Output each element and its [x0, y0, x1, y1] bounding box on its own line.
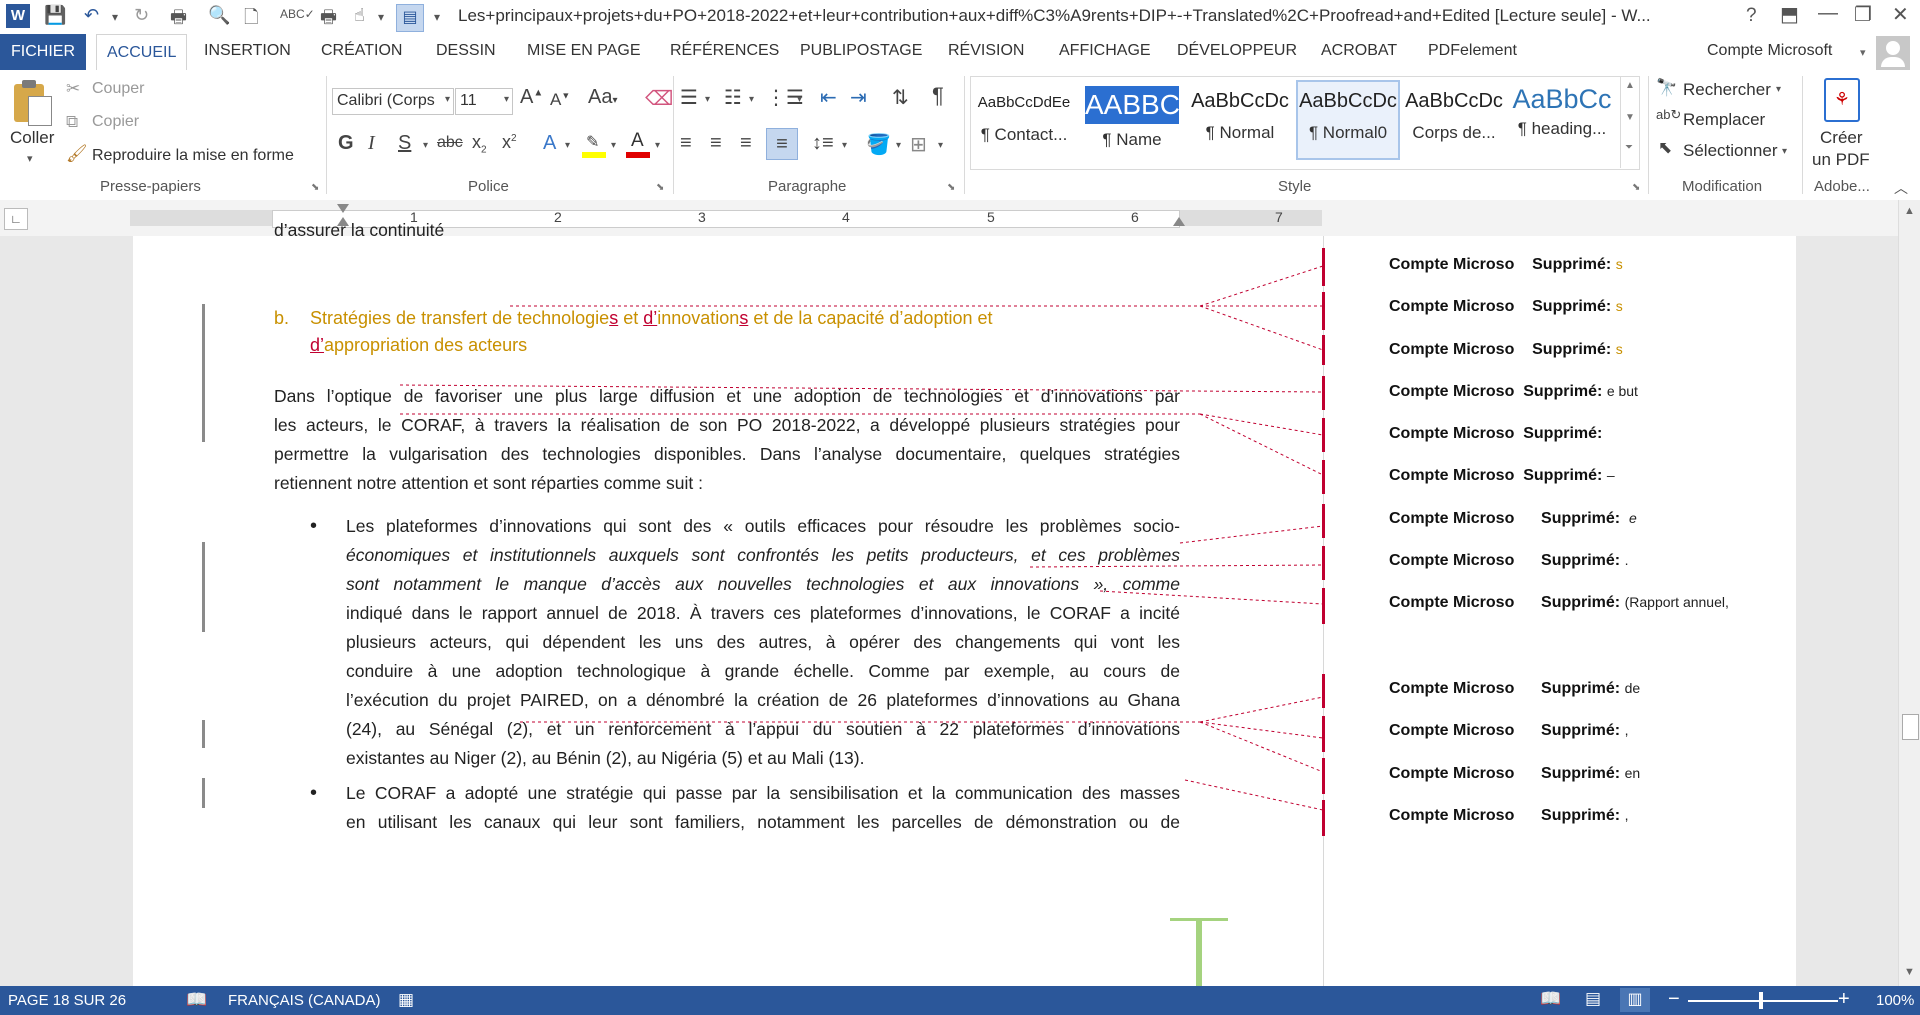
markup-bar [1322, 546, 1325, 580]
i-beam-cursor [1196, 920, 1202, 986]
revision-balloon[interactable]: Compte Microso Supprimé: [1389, 425, 1602, 443]
balloon-text: s [1615, 298, 1623, 314]
revision-balloon[interactable]: Compte Microso Supprimé: e but [1389, 383, 1638, 401]
scroll-up-icon[interactable]: ▲ [1904, 205, 1915, 217]
balloon-text: (Rapport annuel, [1624, 594, 1729, 610]
revision-balloon[interactable]: Compte Microso Supprimé: e [1389, 510, 1637, 528]
balloon-label: Supprimé: [1532, 256, 1612, 273]
language-indicator[interactable]: FRANÇAIS (CANADA) [228, 992, 381, 1009]
balloon-author: Compte Microso [1389, 341, 1515, 358]
markup-bar [1322, 800, 1325, 836]
balloon-label: Supprimé: [1541, 807, 1621, 824]
revision-balloon[interactable]: Compte Microso Supprimé: s [1389, 256, 1623, 274]
balloon-author: Compte Microso [1389, 467, 1515, 484]
balloon-label: Supprimé: [1541, 680, 1621, 697]
balloon-label: Supprimé: [1532, 341, 1612, 358]
balloon-author: Compte Microso [1389, 552, 1515, 569]
markup-bar [1322, 376, 1325, 410]
balloon-author: Compte Microso [1389, 510, 1515, 527]
markup-bar [1322, 504, 1325, 538]
balloon-text: . [1624, 552, 1629, 568]
balloon-text: de [1624, 680, 1641, 696]
revision-balloon[interactable]: Compte Microso Supprimé: – [1389, 467, 1615, 485]
balloon-author: Compte Microso [1389, 256, 1515, 273]
markup-bar [1322, 758, 1325, 794]
revision-balloon[interactable]: Compte Microso Supprimé: , [1389, 807, 1628, 825]
markup-bar [1322, 588, 1325, 624]
balloon-author: Compte Microso [1389, 807, 1515, 824]
proofing-icon[interactable]: 📖 [186, 990, 207, 1010]
balloon-author: Compte Microso [1389, 298, 1515, 315]
print-layout-view-icon[interactable]: ▤ [1585, 989, 1601, 1009]
balloon-text: s [1615, 341, 1623, 357]
balloon-label: Supprimé: [1541, 594, 1621, 611]
zoom-slider[interactable] [1688, 1000, 1838, 1002]
balloon-text: s [1615, 256, 1623, 272]
markup-bar [1322, 335, 1325, 365]
balloon-label: Supprimé: [1541, 722, 1621, 739]
vertical-scrollbar[interactable]: ▲ ▼ [1898, 200, 1920, 986]
zoom-out-icon[interactable]: − [1668, 988, 1680, 1011]
balloon-label: Supprimé: [1541, 510, 1621, 527]
revision-connectors [399, 265, 1324, 811]
revision-balloon[interactable]: Compte Microso Supprimé: , [1389, 722, 1628, 740]
balloon-author: Compte Microso [1389, 680, 1515, 697]
balloon-author: Compte Microso [1389, 722, 1515, 739]
balloon-label: Supprimé: [1523, 425, 1603, 442]
balloon-text: – [1606, 467, 1615, 483]
read-mode-view-icon[interactable]: 📖 [1540, 989, 1561, 1009]
balloon-label: Supprimé: [1523, 383, 1603, 400]
balloon-label: Supprimé: [1541, 552, 1621, 569]
page-indicator[interactable]: PAGE 18 SUR 26 [8, 992, 126, 1009]
balloon-author: Compte Microso [1389, 765, 1515, 782]
web-layout-button[interactable]: ▥ [1620, 988, 1650, 1012]
revision-balloon[interactable]: Compte Microso Supprimé: en [1389, 765, 1640, 783]
balloon-text: e [1629, 510, 1637, 526]
macro-icon[interactable]: ▦ [398, 990, 414, 1010]
revision-balloon[interactable]: Compte Microso Supprimé: (Rapport annuel… [1389, 594, 1729, 612]
scroll-down-icon[interactable]: ▼ [1904, 966, 1915, 978]
balloon-text: , [1624, 722, 1629, 738]
scroll-thumb[interactable] [1902, 714, 1919, 740]
zoom-in-icon[interactable]: + [1838, 988, 1850, 1011]
markup-bar [1322, 460, 1325, 494]
revision-balloon[interactable]: Compte Microso Supprimé: s [1389, 298, 1623, 316]
balloon-text: en [1624, 765, 1641, 781]
balloon-text: , [1624, 807, 1629, 823]
revision-balloon[interactable]: Compte Microso Supprimé: de [1389, 680, 1640, 698]
web-layout-icon: ▥ [1627, 991, 1643, 1008]
balloon-text: e but [1606, 383, 1638, 399]
zoom-level[interactable]: 100% [1876, 992, 1914, 1009]
balloon-author: Compte Microso [1389, 594, 1515, 611]
revision-balloon[interactable]: Compte Microso Supprimé: . [1389, 552, 1628, 570]
balloon-author: Compte Microso [1389, 425, 1515, 442]
zoom-slider-thumb[interactable] [1759, 992, 1763, 1009]
balloon-label: Supprimé: [1532, 298, 1612, 315]
markup-bar [1322, 418, 1325, 452]
markup-bar [1322, 292, 1325, 330]
balloon-label: Supprimé: [1523, 467, 1603, 484]
markup-bar [1322, 248, 1325, 286]
markup-bar [1322, 674, 1325, 708]
revision-balloon[interactable]: Compte Microso Supprimé: s [1389, 341, 1623, 359]
balloon-author: Compte Microso [1389, 383, 1515, 400]
status-bar: PAGE 18 SUR 26 📖 FRANÇAIS (CANADA) ▦ 📖 ▤… [0, 986, 1920, 1015]
balloon-label: Supprimé: [1541, 765, 1621, 782]
markup-bar [1322, 716, 1325, 752]
i-beam-cursor-top [1170, 918, 1228, 921]
